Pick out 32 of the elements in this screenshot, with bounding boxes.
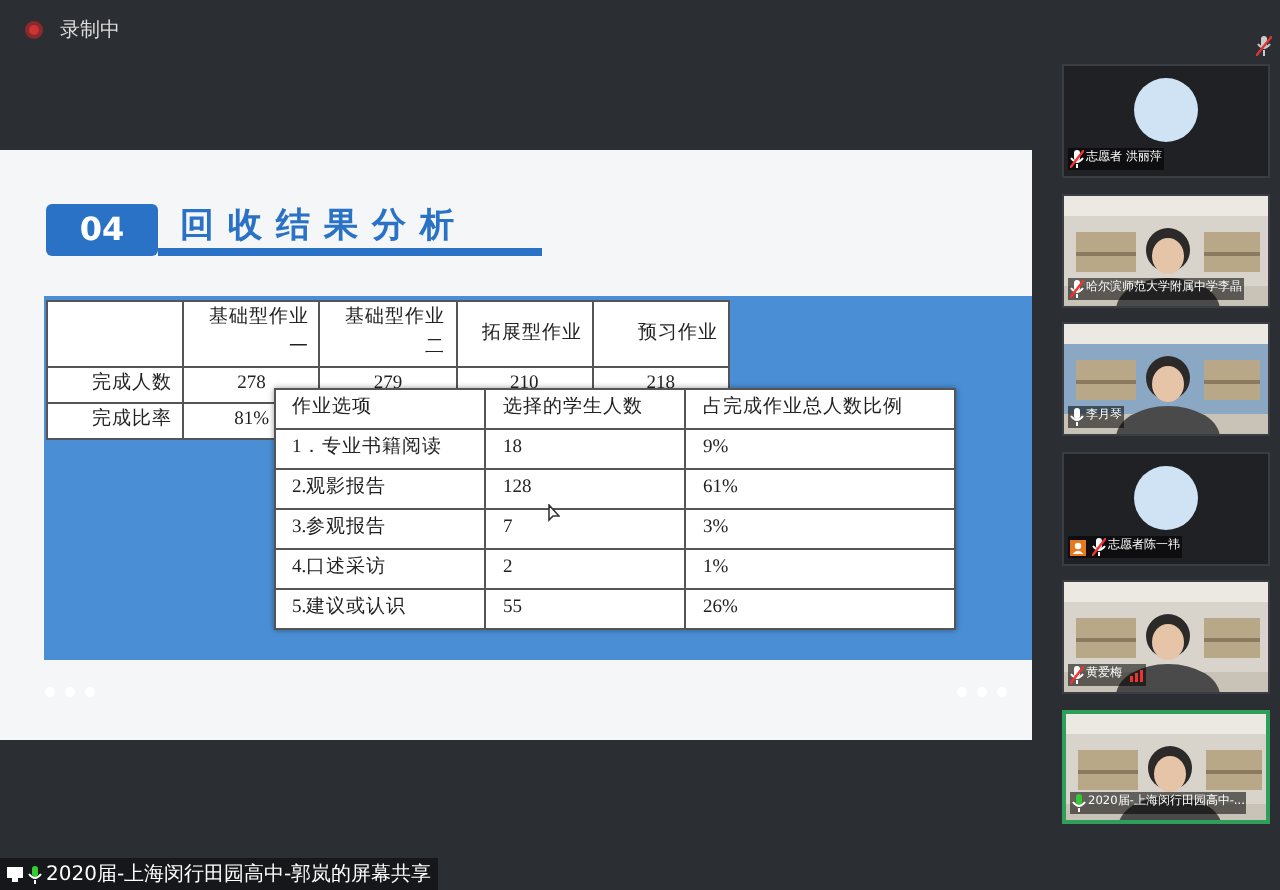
muted-microphone-icon[interactable] (1256, 36, 1272, 56)
table-cell: 完成比率 (47, 403, 184, 439)
column-header: 预习作业 (592, 301, 729, 367)
table-cell: 128 (485, 469, 686, 509)
table-cell: 5.建议或认识 (275, 589, 486, 629)
column-header: 选择的学生人数 (485, 389, 686, 429)
cursor-icon (548, 504, 560, 522)
column-header: 基础型作业一 (183, 301, 320, 367)
table-cell: 1．专业书籍阅读 (275, 429, 486, 469)
table-cell: 2.观影报告 (275, 469, 486, 509)
table-cell: 完成人数 (47, 367, 184, 403)
table-cell: 3% (685, 509, 955, 549)
table-cell: 18 (485, 429, 686, 469)
table-cell: 3.参观报告 (275, 509, 486, 549)
avatar (1134, 466, 1198, 530)
column-header: 占完成作业总人数比例 (685, 389, 955, 429)
table-cell: 4.口述采访 (275, 549, 486, 589)
table-cell: 2 (485, 549, 686, 589)
table-cell: 55 (485, 589, 686, 629)
slide-title: 回收结果分析 (180, 204, 468, 250)
microphone-icon (28, 865, 42, 883)
column-header: 拓展型作业 (456, 301, 593, 367)
section-number: 04 (46, 204, 158, 256)
share-label: 2020届-上海闵行田园高中-郭岚的屏幕共享 (46, 861, 432, 889)
table-cell: 26% (685, 589, 955, 629)
table-cell: 9% (685, 429, 955, 469)
table-cell: 1% (685, 549, 955, 589)
column-header: 基础型作业二 (319, 301, 457, 367)
screen-icon (6, 866, 24, 882)
table-cell: 61% (685, 469, 955, 509)
recording-label: 录制中 (60, 17, 120, 45)
avatar (1134, 78, 1198, 142)
